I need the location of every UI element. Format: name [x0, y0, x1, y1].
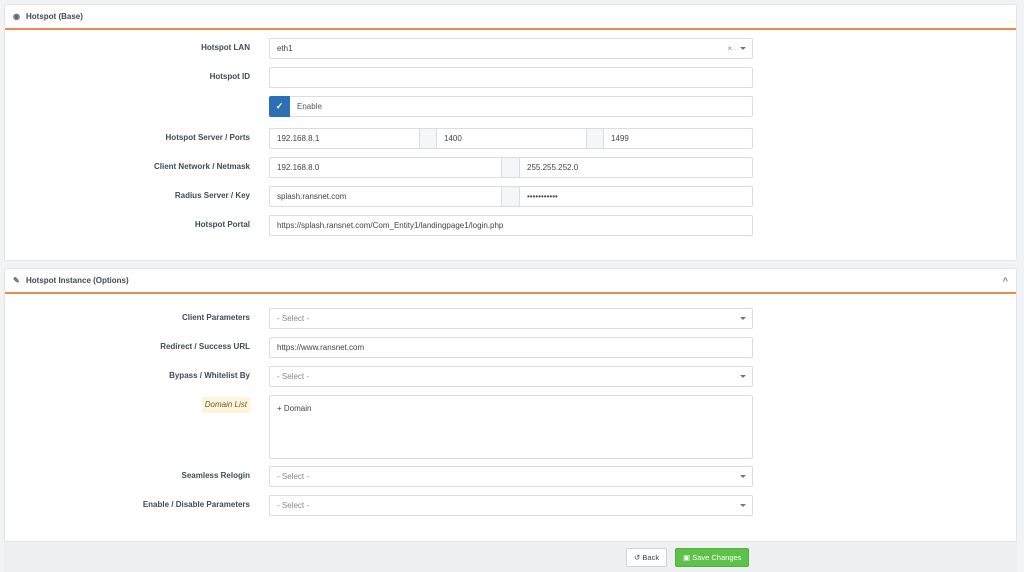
chevron-down-icon[interactable] — [740, 504, 746, 507]
hotspot-id-label: Hotspot ID — [209, 72, 250, 81]
hotspot-instance-title: Hotspot Instance (Options) — [26, 276, 129, 285]
hotspot-portal-label: Hotspot Portal — [194, 220, 250, 229]
chevron-down-icon[interactable] — [740, 317, 746, 320]
client-parameters-row: Client Parameters - Select - — [5, 308, 1016, 329]
hotspot-instance-header: ✎ Hotspot Instance (Options) ^ — [5, 269, 1016, 294]
domain-list-label: Domain List — [201, 397, 250, 413]
radius-server-input[interactable]: splash.ransnet.com — [269, 186, 502, 207]
form-footer: ↺ Back ▣ Save Changes — [4, 541, 1017, 572]
hotspot-server-label: Hotspot Server / Ports — [165, 133, 250, 142]
client-parameters-label: Client Parameters — [181, 313, 250, 322]
hotspot-portal-row: Hotspot Portal https://splash.ransnet.co… — [5, 215, 1016, 236]
hotspot-base-title: Hotspot (Base) — [26, 12, 83, 21]
select-placeholder: - Select - — [277, 472, 310, 481]
lightbulb-icon: ◉ — [13, 12, 20, 21]
radius-server-label: Radius Server / Key — [174, 191, 250, 200]
bypass-whitelist-row: Bypass / Whitelist By - Select - — [5, 366, 1016, 387]
hotspot-lan-label: Hotspot LAN — [201, 43, 250, 52]
select-placeholder: - Select - — [277, 501, 310, 510]
select-placeholder: - Select - — [277, 372, 310, 381]
hotspot-lan-select[interactable]: eth1 × — [269, 38, 753, 59]
hotspot-id-row: Hotspot ID — [5, 67, 1016, 88]
domain-list-row: Domain List + Domain — [5, 395, 1016, 459]
client-network-row: Client Network / Netmask 192.168.8.0 255… — [5, 157, 1016, 178]
hotspot-portal-input[interactable]: https://splash.ransnet.com/Com_Entity1/l… — [269, 215, 753, 236]
enable-label: Enable — [297, 102, 322, 111]
addon-divider — [502, 157, 519, 178]
addon-divider — [502, 186, 519, 207]
bypass-whitelist-label: Bypass / Whitelist By — [169, 371, 250, 380]
edit-icon: ✎ — [13, 276, 20, 285]
enable-disable-params-row: Enable / Disable Parameters - Select - — [5, 495, 1016, 516]
addon-divider — [587, 128, 603, 149]
hotspot-id-input[interactable] — [269, 67, 753, 88]
enable-row: ✓ Enable — [5, 96, 1016, 117]
seamless-relogin-label: Seamless Relogin — [181, 471, 250, 480]
chevron-down-icon[interactable] — [740, 47, 746, 50]
hotspot-port2-input[interactable]: 1499 — [603, 128, 753, 149]
hotspot-lan-row: Hotspot LAN eth1 × — [5, 38, 1016, 59]
radius-server-row: Radius Server / Key splash.ransnet.com •… — [5, 186, 1016, 207]
save-changes-button[interactable]: ▣ Save Changes — [675, 548, 750, 567]
undo-icon: ↺ — [634, 553, 641, 562]
hotspot-instance-panel: ✎ Hotspot Instance (Options) ^ Client Pa… — [4, 268, 1017, 542]
hotspot-server-row: Hotspot Server / Ports 192.168.8.1 1400 … — [5, 128, 1016, 149]
hotspot-port1-input[interactable]: 1400 — [436, 128, 587, 149]
client-netmask-input[interactable]: 255.255.252.0 — [519, 157, 753, 178]
enable-checkbox[interactable]: ✓ Enable — [269, 96, 753, 117]
client-network-label: Client Network / Netmask — [153, 162, 250, 171]
clear-icon[interactable]: × — [727, 39, 732, 58]
seamless-relogin-select[interactable]: - Select - — [269, 466, 753, 487]
add-domain-button[interactable]: + Domain — [277, 404, 311, 413]
client-network-input[interactable]: 192.168.8.0 — [269, 157, 502, 178]
hotspot-lan-value: eth1 — [277, 44, 293, 53]
save-icon: ▣ — [683, 553, 691, 562]
bypass-whitelist-select[interactable]: - Select - — [269, 366, 753, 387]
hotspot-base-panel: ◉ Hotspot (Base) Hotspot LAN eth1 × Hots… — [4, 4, 1017, 261]
back-button[interactable]: ↺ Back — [626, 548, 668, 567]
back-button-label: Back — [642, 553, 660, 562]
save-button-label: Save Changes — [692, 553, 742, 562]
chevron-up-icon[interactable]: ^ — [1003, 276, 1008, 286]
select-placeholder: - Select - — [277, 314, 310, 323]
chevron-down-icon[interactable] — [740, 475, 746, 478]
chevron-down-icon[interactable] — [740, 375, 746, 378]
hotspot-server-ip-input[interactable]: 192.168.8.1 — [269, 128, 420, 149]
enable-disable-params-label: Enable / Disable Parameters — [142, 500, 250, 509]
domain-list-textarea[interactable]: + Domain — [269, 395, 753, 459]
checkmark-icon[interactable]: ✓ — [269, 96, 290, 117]
seamless-relogin-row: Seamless Relogin - Select - — [5, 466, 1016, 487]
redirect-url-label: Redirect / Success URL — [160, 342, 250, 351]
client-parameters-select[interactable]: - Select - — [269, 308, 753, 329]
enable-disable-params-select[interactable]: - Select - — [269, 495, 753, 516]
redirect-url-input[interactable]: https://www.ransnet.com — [269, 337, 753, 358]
radius-key-input[interactable]: ••••••••••• — [519, 186, 753, 207]
hotspot-base-header: ◉ Hotspot (Base) — [5, 5, 1016, 30]
addon-divider — [420, 128, 436, 149]
redirect-url-row: Redirect / Success URL https://www.ransn… — [5, 337, 1016, 358]
